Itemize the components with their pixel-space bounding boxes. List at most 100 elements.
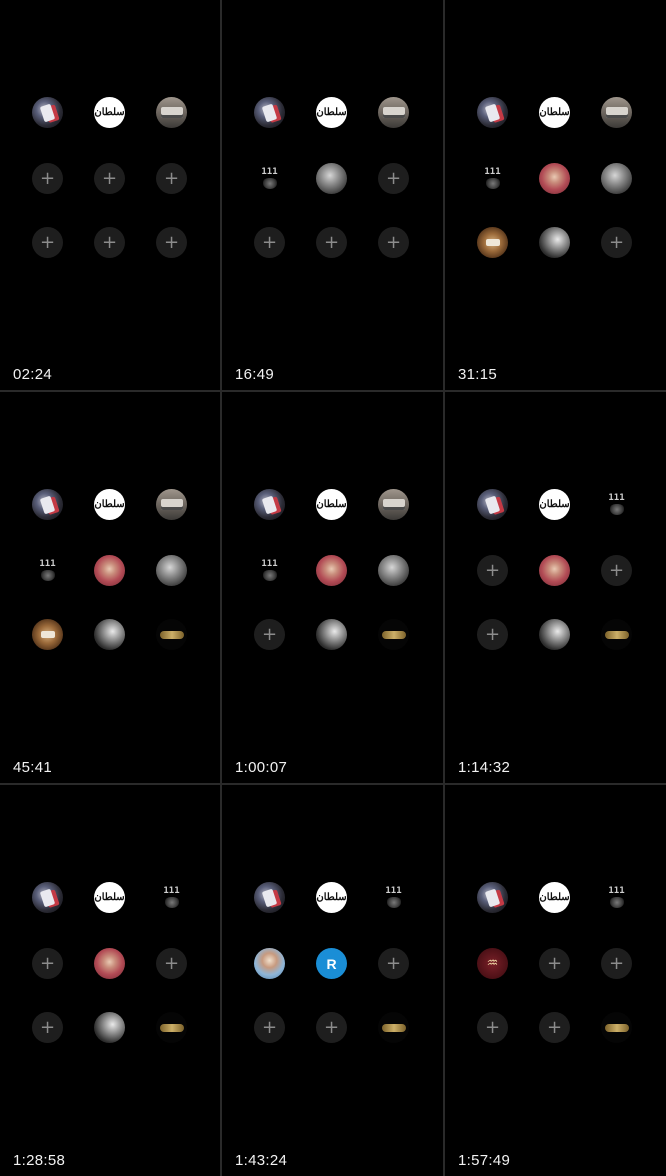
add-slot-button[interactable]: + <box>254 1012 285 1043</box>
avatar-cards[interactable] <box>477 97 508 128</box>
avatar-111-logo[interactable]: 111 <box>156 882 187 913</box>
avatar-gold-logo[interactable] <box>378 619 409 650</box>
avatar-gold-logo[interactable] <box>156 619 187 650</box>
avatar-grid: سلطان 111 <box>0 392 220 783</box>
avatar-bw-portrait[interactable] <box>94 1012 125 1043</box>
avatar-gold-logo[interactable] <box>378 1012 409 1043</box>
avatar-111-logo[interactable]: 111 <box>601 489 632 520</box>
avatar-brown-bag[interactable] <box>477 227 508 258</box>
frame-panel: سلطان 111 ♒ + + + + 1:57:49 <box>445 785 666 1176</box>
avatar-gold-logo[interactable] <box>601 1012 632 1043</box>
plus-icon: + <box>385 952 402 974</box>
avatar-red-headscarf[interactable] <box>539 555 570 586</box>
add-slot-button[interactable]: + <box>156 948 187 979</box>
add-slot-button[interactable]: + <box>316 1012 347 1043</box>
avatar-truck[interactable] <box>378 489 409 520</box>
add-slot-button[interactable]: + <box>94 163 125 194</box>
avatar-letter[interactable]: R <box>316 948 347 979</box>
avatar-script-logo[interactable]: سلطان <box>94 882 125 913</box>
avatar-111-logo[interactable]: 111 <box>32 555 63 586</box>
avatar-script-logo[interactable]: سلطان <box>539 97 570 128</box>
avatar-cards[interactable] <box>477 882 508 913</box>
avatar-111-logo[interactable]: 111 <box>254 555 285 586</box>
add-slot-button[interactable]: + <box>477 619 508 650</box>
plus-icon: + <box>39 1016 56 1038</box>
add-slot-button[interactable]: + <box>156 163 187 194</box>
avatar-truck[interactable] <box>601 97 632 128</box>
avatar-truck[interactable] <box>156 97 187 128</box>
avatar-script-logo[interactable]: سلطان <box>94 97 125 128</box>
add-slot-button[interactable]: + <box>32 227 63 258</box>
frame-panel: سلطان 111 + + + 1:14:32 <box>445 392 666 783</box>
add-slot-button[interactable]: + <box>32 163 63 194</box>
avatar-truck[interactable] <box>378 97 409 128</box>
avatar-bw-portrait[interactable] <box>539 227 570 258</box>
add-slot-button[interactable]: + <box>539 1012 570 1043</box>
plus-icon: + <box>39 952 56 974</box>
plus-icon: + <box>484 623 501 645</box>
avatar-red-headscarf[interactable] <box>94 948 125 979</box>
plus-icon: + <box>608 231 625 253</box>
avatar-brown-bag[interactable] <box>32 619 63 650</box>
avatar-gold-logo[interactable] <box>601 619 632 650</box>
add-slot-button[interactable]: + <box>32 1012 63 1043</box>
avatar-cards[interactable] <box>32 489 63 520</box>
avatar-cards[interactable] <box>254 97 285 128</box>
timestamp: 16:49 <box>235 366 275 383</box>
add-slot-button[interactable]: + <box>378 163 409 194</box>
add-slot-button[interactable]: + <box>477 1012 508 1043</box>
plus-icon: + <box>261 1016 278 1038</box>
avatar-script-logo[interactable]: سلطان <box>539 882 570 913</box>
avatar-script-logo[interactable]: سلطان <box>316 489 347 520</box>
avatar-gray-portrait[interactable] <box>601 163 632 194</box>
timestamp: 1:43:24 <box>235 1152 288 1169</box>
avatar-cards[interactable] <box>32 97 63 128</box>
add-slot-button[interactable]: + <box>316 227 347 258</box>
avatar-script-logo[interactable]: سلطان <box>316 97 347 128</box>
avatar-111-logo[interactable]: 111 <box>601 882 632 913</box>
add-slot-button[interactable]: + <box>94 227 125 258</box>
avatar-grid: سلطان 111 + <box>445 0 666 390</box>
avatar-111-logo[interactable]: 111 <box>477 163 508 194</box>
add-slot-button[interactable]: + <box>539 948 570 979</box>
add-slot-button[interactable]: + <box>477 555 508 586</box>
avatar-red-headscarf[interactable] <box>94 555 125 586</box>
avatar-111-logo[interactable]: 111 <box>254 163 285 194</box>
add-slot-button[interactable]: + <box>254 227 285 258</box>
plus-icon: + <box>261 231 278 253</box>
avatar-111-logo[interactable]: 111 <box>378 882 409 913</box>
avatar-person[interactable] <box>254 948 285 979</box>
avatar-script-logo[interactable]: سلطان <box>94 489 125 520</box>
add-slot-button[interactable]: + <box>378 227 409 258</box>
add-slot-button[interactable]: + <box>254 619 285 650</box>
add-slot-button[interactable]: + <box>32 948 63 979</box>
avatar-bw-portrait[interactable] <box>94 619 125 650</box>
avatar-script-logo[interactable]: سلطان <box>539 489 570 520</box>
add-slot-button[interactable]: + <box>601 227 632 258</box>
avatar-gray-portrait[interactable] <box>378 555 409 586</box>
palm-tree-icon: ♒ <box>486 956 499 971</box>
avatar-bw-portrait[interactable] <box>316 619 347 650</box>
avatar-gold-logo[interactable] <box>156 1012 187 1043</box>
timestamp: 1:00:07 <box>235 759 288 776</box>
add-slot-button[interactable]: + <box>601 555 632 586</box>
timestamp: 45:41 <box>13 759 53 776</box>
avatar-gray-portrait[interactable] <box>156 555 187 586</box>
avatar-cards[interactable] <box>254 489 285 520</box>
add-slot-button[interactable]: + <box>156 227 187 258</box>
plus-icon: + <box>163 952 180 974</box>
avatar-palm[interactable]: ♒ <box>477 948 508 979</box>
avatar-truck[interactable] <box>156 489 187 520</box>
avatar-cards[interactable] <box>32 882 63 913</box>
add-slot-button[interactable]: + <box>601 948 632 979</box>
avatar-script-logo[interactable]: سلطان <box>316 882 347 913</box>
avatar-cards[interactable] <box>477 489 508 520</box>
avatar-gray-portrait[interactable] <box>316 163 347 194</box>
avatar-red-headscarf[interactable] <box>316 555 347 586</box>
add-slot-button[interactable]: + <box>378 948 409 979</box>
avatar-cards[interactable] <box>254 882 285 913</box>
avatar-bw-portrait[interactable] <box>539 619 570 650</box>
avatar-red-headscarf[interactable] <box>539 163 570 194</box>
avatar-grid: سلطان 111 ♒ + + + + <box>445 785 666 1176</box>
plus-icon: + <box>546 1016 563 1038</box>
